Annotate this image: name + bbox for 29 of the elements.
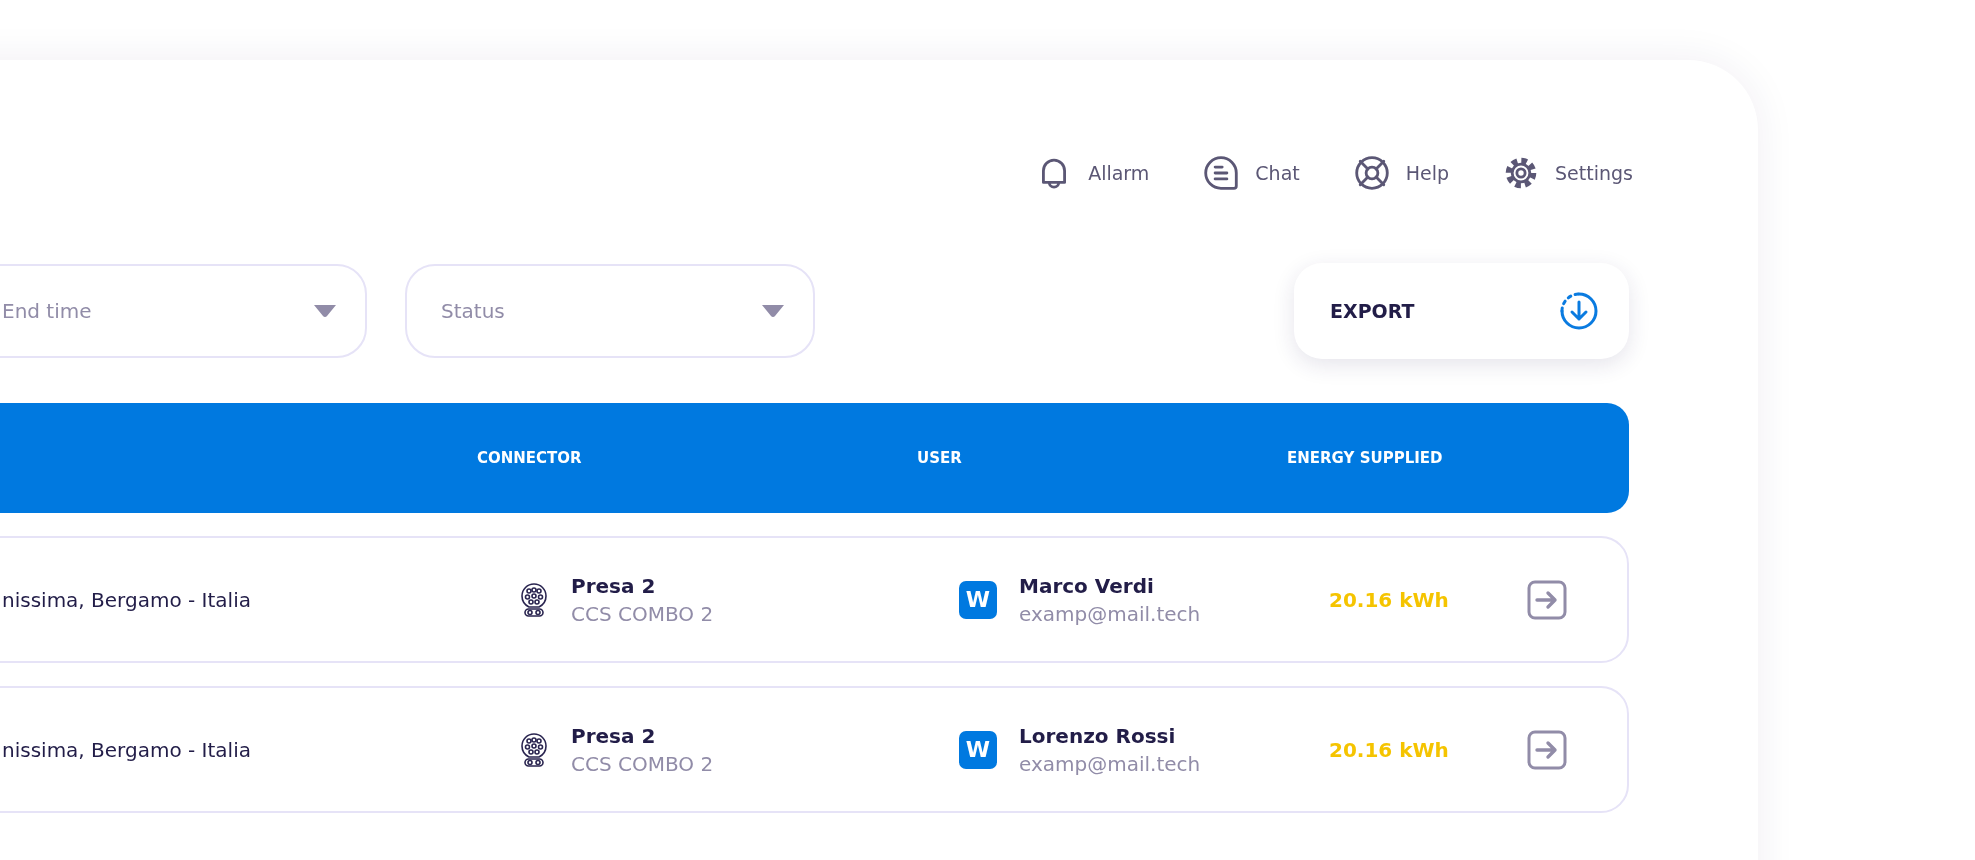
plug-icon [519,731,549,768]
connector-name: Presa 2 [571,573,657,598]
toolbar-link[interactable]: Allarm [1088,162,1150,184]
download-icon [1559,291,1599,331]
toolbar-link[interactable]: Chat [1255,162,1300,184]
column-header: USER [917,449,963,467]
energy-value: 20.16 kWh [1329,587,1450,612]
column-header: ENERGY SUPPLIED [1287,449,1444,467]
user-email: examp@mail.tech [1019,751,1201,776]
arrow-right-icon[interactable] [1527,729,1567,770]
user-email: examp@mail.tech [1019,601,1201,626]
connector-name: Presa 2 [571,723,657,748]
location-text: nissima, Bergamo - Italia [2,737,252,762]
location-text: nissima, Bergamo - Italia [2,587,252,612]
user-name: Marco Verdi [1019,573,1155,598]
toolbar-link[interactable]: Settings [1555,162,1633,184]
user-name: Lorenzo Rossi [1019,723,1177,748]
connector-type: CCS COMBO 2 [571,601,714,626]
caret-icon [313,304,337,318]
plug-icon [519,581,549,618]
arrow-right-icon[interactable] [1527,579,1567,620]
user-avatar: W [959,730,997,769]
export-button[interactable]: EXPORT [1294,263,1629,359]
connector-type: CCS COMBO 2 [571,751,714,776]
caret-icon [761,304,785,318]
energy-value: 20.16 kWh [1329,737,1450,762]
user-avatar: W [959,580,997,619]
toolbar-link[interactable]: Help [1405,162,1450,184]
column-header: CONNECTOR [477,449,583,467]
